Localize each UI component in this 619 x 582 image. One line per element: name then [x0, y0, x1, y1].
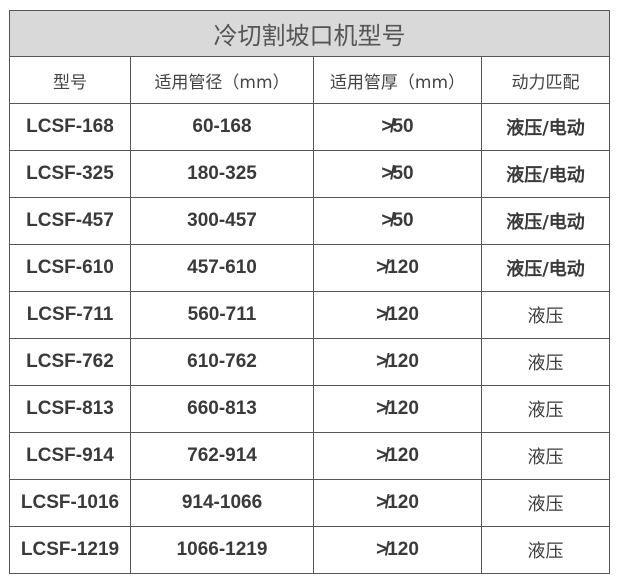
table-row: LCSF-711 560-711 ≯120 液压 — [9, 291, 610, 339]
cell-pipe-diameter: 610-762 — [130, 338, 314, 386]
cell-pipe-thickness: ≯120 — [313, 244, 482, 292]
table-row: LCSF-325 180-325 ≯50 液压/电动 — [9, 150, 610, 198]
cell-power: 液压/电动 — [481, 103, 610, 151]
cell-pipe-thickness: ≯50 — [313, 150, 482, 198]
table-row: LCSF-610 457-610 ≯120 液压/电动 — [9, 244, 610, 292]
table-row: LCSF-1016 914-1066 ≯120 液压 — [9, 479, 610, 527]
cell-model: LCSF-711 — [9, 291, 131, 339]
cell-pipe-thickness: ≯50 — [313, 197, 482, 245]
cell-pipe-thickness: ≯120 — [313, 526, 482, 574]
cell-model: LCSF-1016 — [9, 479, 131, 527]
cell-pipe-diameter: 300-457 — [130, 197, 314, 245]
cell-model: LCSF-610 — [9, 244, 131, 292]
table-row: LCSF-457 300-457 ≯50 液压/电动 — [9, 197, 610, 245]
table-row: LCSF-168 60-168 ≯50 液压/电动 — [9, 103, 610, 151]
cell-model: LCSF-457 — [9, 197, 131, 245]
cell-pipe-diameter: 560-711 — [130, 291, 314, 339]
cell-pipe-diameter: 457-610 — [130, 244, 314, 292]
cell-pipe-thickness: ≯50 — [313, 103, 482, 151]
cell-pipe-diameter: 180-325 — [130, 150, 314, 198]
machine-spec-table: 冷切割坡口机型号 型号 适用管径（mm） 适用管厚（mm） 动力匹配 LCSF-… — [9, 10, 610, 574]
table-title-row: 冷切割坡口机型号 — [9, 10, 610, 57]
cell-power: 液压/电动 — [481, 244, 610, 292]
cell-model: LCSF-1219 — [9, 526, 131, 574]
header-model: 型号 — [9, 56, 131, 104]
cell-power: 液压 — [481, 338, 610, 386]
cell-pipe-thickness: ≯120 — [313, 432, 482, 480]
table-row: LCSF-1219 1066-1219 ≯120 液压 — [9, 526, 610, 574]
cell-pipe-diameter: 1066-1219 — [130, 526, 314, 574]
cell-power: 液压/电动 — [481, 150, 610, 198]
cell-model: LCSF-325 — [9, 150, 131, 198]
cell-pipe-diameter: 914-1066 — [130, 479, 314, 527]
cell-model: LCSF-762 — [9, 338, 131, 386]
cell-power: 液压 — [481, 432, 610, 480]
cell-power: 液压 — [481, 385, 610, 433]
cell-model: LCSF-813 — [9, 385, 131, 433]
table-header-row: 型号 适用管径（mm） 适用管厚（mm） 动力匹配 — [9, 56, 610, 104]
cell-pipe-diameter: 660-813 — [130, 385, 314, 433]
cell-model: LCSF-914 — [9, 432, 131, 480]
header-power: 动力匹配 — [481, 56, 610, 104]
cell-pipe-thickness: ≯120 — [313, 385, 482, 433]
cell-power: 液压/电动 — [481, 197, 610, 245]
header-pipe-diameter: 适用管径（mm） — [130, 56, 314, 104]
cell-power: 液压 — [481, 479, 610, 527]
cell-model: LCSF-168 — [9, 103, 131, 151]
cell-power: 液压 — [481, 291, 610, 339]
table-row: LCSF-914 762-914 ≯120 液压 — [9, 432, 610, 480]
cell-pipe-diameter: 60-168 — [130, 103, 314, 151]
cell-pipe-thickness: ≯120 — [313, 479, 482, 527]
table-row: LCSF-813 660-813 ≯120 液压 — [9, 385, 610, 433]
cell-pipe-diameter: 762-914 — [130, 432, 314, 480]
cell-pipe-thickness: ≯120 — [313, 338, 482, 386]
table-title: 冷切割坡口机型号 — [9, 10, 610, 57]
cell-power: 液压 — [481, 526, 610, 574]
table-row: LCSF-762 610-762 ≯120 液压 — [9, 338, 610, 386]
header-pipe-thickness: 适用管厚（mm） — [313, 56, 482, 104]
cell-pipe-thickness: ≯120 — [313, 291, 482, 339]
